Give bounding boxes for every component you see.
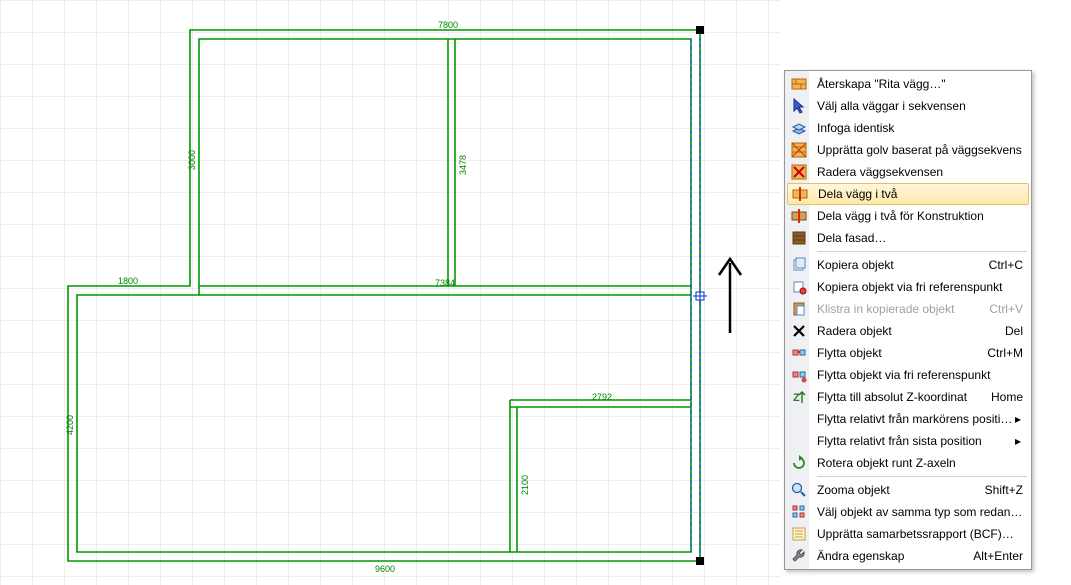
menu-item-label: Kopiera objekt (811, 258, 981, 272)
menu-item-shortcut: Alt+Enter (965, 549, 1023, 563)
menu-item-paste: Klistra in kopierade objektCtrl+V (787, 298, 1029, 320)
menu-item-label: Klistra in kopierade objekt (811, 302, 981, 316)
menu-item-shortcut: Home (983, 390, 1023, 404)
context-menu: Återskapa "Rita vägg…" Välj alla väggar i… (784, 70, 1032, 570)
menu-item-label: Rotera objekt runt Z-axeln (811, 456, 1023, 470)
menu-item-splitc[interactable]: Dela vägg i två för Konstruktion (787, 205, 1029, 227)
menu-item-shortcut: Ctrl+M (979, 346, 1023, 360)
menu-item-recreate[interactable]: Återskapa "Rita vägg…" (787, 73, 1029, 95)
report-icon (787, 523, 811, 545)
menu-separator (817, 476, 1027, 477)
dim-bottom: 9600 (375, 564, 395, 574)
menu-item-facade[interactable]: Dela fasad… (787, 227, 1029, 249)
splitwall-icon (788, 183, 812, 205)
dim-inner-right: 2792 (592, 392, 612, 402)
dim-bottom-notch: 1800 (118, 276, 138, 286)
dim-top: 7800 (438, 20, 458, 30)
menu-item-rellast[interactable]: Flytta relativt från sista position▸ (787, 430, 1029, 452)
menu-item-label: Flytta relativt från sista position (811, 434, 1013, 448)
dim-inner-upper: 3478 (458, 155, 468, 175)
copy-icon (787, 254, 811, 276)
rotate-icon (787, 452, 811, 474)
xblack-icon (787, 320, 811, 342)
splitwall2-icon (787, 205, 811, 227)
menu-item-selectall[interactable]: Välj alla väggar i sekvensen (787, 95, 1029, 117)
submenu-arrow-icon: ▸ (1013, 434, 1023, 448)
moveref-icon (787, 364, 811, 386)
menu-item-delseq[interactable]: Radera väggsekvensen (787, 161, 1029, 183)
menu-item-split[interactable]: Dela vägg i två (787, 183, 1029, 205)
menu-item-label: Upprätta samarbetssrapport (BCF)… (811, 527, 1023, 541)
up-arrow-annotation (715, 255, 745, 335)
menu-item-bcf[interactable]: Upprätta samarbetssrapport (BCF)… (787, 523, 1029, 545)
menu-item-label: Välj objekt av samma typ som redan valts (811, 505, 1023, 519)
menu-item-label: Dela vägg i två (812, 187, 1022, 201)
menu-item-copy[interactable]: Kopiera objektCtrl+C (787, 254, 1029, 276)
menu-item-rotz[interactable]: Rotera objekt runt Z-axeln (787, 452, 1029, 474)
menu-item-label: Radera väggsekvensen (811, 165, 1023, 179)
facade-icon (787, 227, 811, 249)
menu-item-shortcut: Del (997, 324, 1023, 338)
menu-item-label: Dela fasad… (811, 231, 1023, 245)
menu-separator (817, 251, 1027, 252)
submenu-arrow-icon: ▸ (1013, 412, 1023, 426)
menu-item-moveref[interactable]: Flytta objekt via fri referenspunkt (787, 364, 1029, 386)
paste-icon (787, 298, 811, 320)
zarrow-icon (787, 386, 811, 408)
menu-item-label: Infoga identisk (811, 121, 1023, 135)
select-icon (787, 95, 811, 117)
menu-item-label: Radera objekt (811, 324, 997, 338)
menu-item-zoom[interactable]: Zooma objektShift+Z (787, 479, 1029, 501)
menu-item-label: Kopiera objekt via fri referenspunkt (811, 280, 1023, 294)
menu-item-props[interactable]: Ändra egenskapAlt+Enter (787, 545, 1029, 567)
menu-item-label: Zooma objekt (811, 483, 977, 497)
dim-middle: 7384 (435, 278, 455, 288)
menu-item-label: Flytta objekt (811, 346, 979, 360)
menu-item-label: Dela vägg i två för Konstruktion (811, 209, 1023, 223)
menu-item-label: Välj alla väggar i sekvensen (811, 99, 1023, 113)
blank-icon (787, 430, 811, 452)
menu-item-movez[interactable]: Flytta till absolut Z-koordinatHome (787, 386, 1029, 408)
menu-item-shortcut: Ctrl+C (981, 258, 1023, 272)
menu-item-move[interactable]: Flytta objektCtrl+M (787, 342, 1029, 364)
copyref-icon (787, 276, 811, 298)
grid-icon (787, 501, 811, 523)
menu-item-shortcut: Shift+Z (977, 483, 1023, 497)
dim-inner-lower: 2100 (520, 475, 530, 495)
menu-item-copyref[interactable]: Kopiera objekt via fri referenspunkt (787, 276, 1029, 298)
menu-item-label: Flytta relativt från markörens position (811, 412, 1013, 426)
dim-left-upper: 3000 (187, 150, 197, 170)
dim-left-lower: 4200 (65, 415, 75, 435)
plan-svg (0, 0, 780, 585)
zoom-icon (787, 479, 811, 501)
wrench-icon (787, 545, 811, 567)
move-icon (787, 342, 811, 364)
menu-item-floor[interactable]: Upprätta golv baserat på väggsekvens (787, 139, 1029, 161)
menu-item-insert[interactable]: Infoga identisk (787, 117, 1029, 139)
menu-item-label: Flytta objekt via fri referenspunkt (811, 368, 1023, 382)
stack-icon (787, 117, 811, 139)
menu-item-label: Flytta till absolut Z-koordinat (811, 390, 983, 404)
menu-item-relcursor[interactable]: Flytta relativt från markörens position▸ (787, 408, 1029, 430)
floor-plan-canvas[interactable]: 7800 3000 1800 7384 3478 4200 2792 2100 … (0, 0, 780, 585)
wall-icon (787, 73, 811, 95)
menu-item-label: Ändra egenskap (811, 549, 965, 563)
menu-item-del[interactable]: Radera objektDel (787, 320, 1029, 342)
menu-item-label: Upprätta golv baserat på väggsekvens (811, 143, 1023, 157)
menu-item-label: Återskapa "Rita vägg…" (811, 77, 1023, 91)
menu-item-shortcut: Ctrl+V (981, 302, 1023, 316)
hatch-icon (787, 139, 811, 161)
blank-icon (787, 408, 811, 430)
menu-item-selsame[interactable]: Välj objekt av samma typ som redan valts (787, 501, 1029, 523)
delhatch-icon (787, 161, 811, 183)
